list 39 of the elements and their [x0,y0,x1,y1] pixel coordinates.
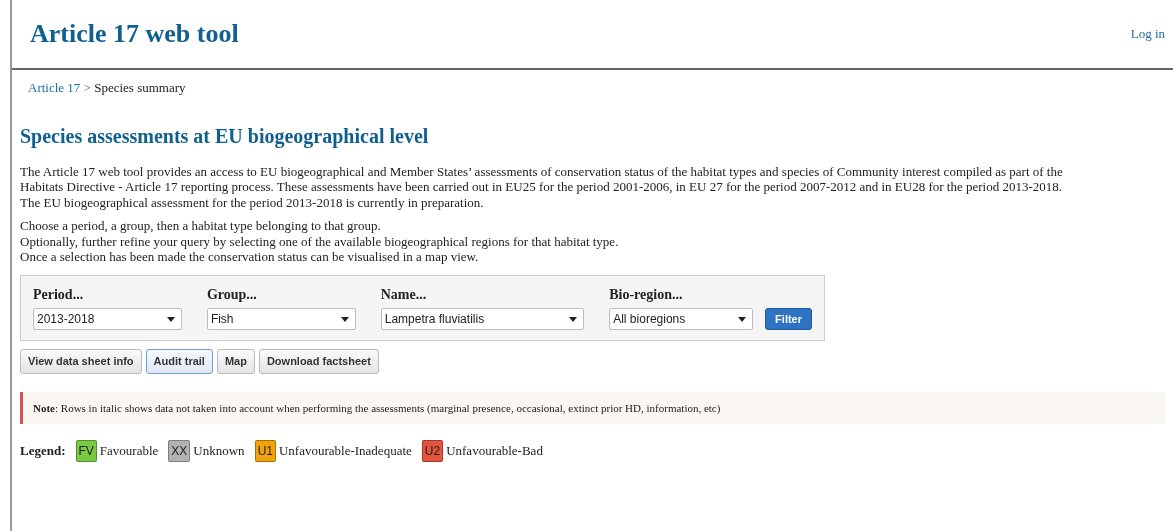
caret-icon [340,316,349,322]
breadcrumb-current: Species summary [94,80,186,95]
legend-text: Favourable [99,442,159,461]
action-button[interactable]: View data sheet info [20,349,142,374]
instruction-text: Choose a period, a group, then a habitat type belonging to that group. [20,218,382,234]
instruction-text: Once a selection has been made the conservation status can be visualised in a map view. [20,249,480,266]
note-text: Note: Rows in italic shows data not taken into account when performing the assessments (marginal presence, occasional, extinct prior HD, information, etc) [20,391,1165,425]
filter-button[interactable]: Filter [765,308,812,331]
filter-label: Group... [206,286,258,305]
caret-icon [166,316,175,322]
intro-text: The Article 17 web tool provides an access to EU biogeographical and Member States’ assessments of conservation status of the habitat types and species of Community interest compiled as part of the [20,163,1064,180]
login-link[interactable]: Log in [1130,24,1165,44]
dropdown[interactable]: Lampetra fluviatilis [380,308,585,331]
legend-text: Unfavourable-Inadequate [278,442,412,461]
site-title: Article 17 web tool [30,18,239,50]
instruction-text: Optionally, further refine your query by selecting one of the available biogeographical regions for that habitat type. [20,233,620,250]
filter-label: Period... [33,286,85,305]
breadcrumb-separator: > [83,80,91,95]
caret-icon [738,316,747,322]
dropdown[interactable]: 2013-2018 [33,308,182,331]
intro-text: The EU biogeographical assessment for the period 2013-2018 is currently in preparation. [20,194,485,211]
filter-label: Bio-region... [609,286,684,305]
action-button[interactable]: Audit trail [145,349,213,374]
caret-icon [569,316,578,322]
dropdown[interactable]: All bioregions [609,308,754,331]
action-button[interactable]: Map [216,349,255,374]
legend-text: Unfavourable-Bad [446,442,543,461]
status-code: FV [75,440,97,463]
legend-text: Unknown [193,442,245,461]
status-code: XX [168,440,191,463]
legend-label: Legend: [20,442,66,461]
status-code: U2 [421,440,444,463]
filter-label: Name... [380,286,428,305]
dropdown[interactable]: Fish [206,308,356,331]
action-button[interactable]: Download factsheet [258,349,379,374]
breadcrumb-link[interactable]: Article 17 [28,80,81,95]
intro-text: Habitats Directive - Article 17 reporting process. These assessments have been carried out in EU25 for the period 2001-2006, in EU 27 for the period 2007-2012 and in EU28 for the period 2013-2018. [20,179,1064,195]
status-code: U1 [254,440,276,463]
page-heading: Species assessments at EU biogeographical level [20,123,430,148]
